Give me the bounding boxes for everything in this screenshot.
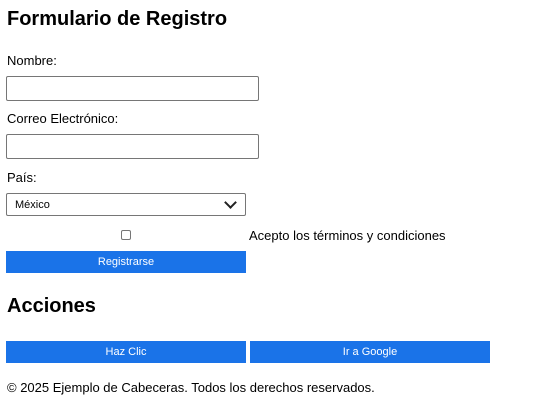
country-selected-value: México xyxy=(15,198,50,211)
email-input[interactable] xyxy=(6,134,259,159)
chevron-down-icon xyxy=(224,196,237,209)
country-label: País: xyxy=(7,170,37,185)
register-button[interactable]: Registrarse xyxy=(6,251,246,273)
actions-title: Acciones xyxy=(7,295,96,317)
footer-copyright: © 2025 Ejemplo de Cabeceras. Todos los d… xyxy=(7,380,375,395)
form-title: Formulario de Registro xyxy=(7,8,228,30)
terms-checkbox[interactable] xyxy=(121,230,131,240)
click-button[interactable]: Haz Clic xyxy=(6,341,246,363)
terms-label: Acepto los términos y condiciones xyxy=(249,228,446,243)
google-link-button[interactable]: Ir a Google xyxy=(250,341,490,363)
name-label: Nombre: xyxy=(7,53,57,68)
country-select[interactable]: México xyxy=(6,193,246,216)
email-label: Correo Electrónico: xyxy=(7,111,119,126)
name-input[interactable] xyxy=(6,76,259,101)
page: Formulario de Registro Nombre: Correo El… xyxy=(0,0,558,406)
